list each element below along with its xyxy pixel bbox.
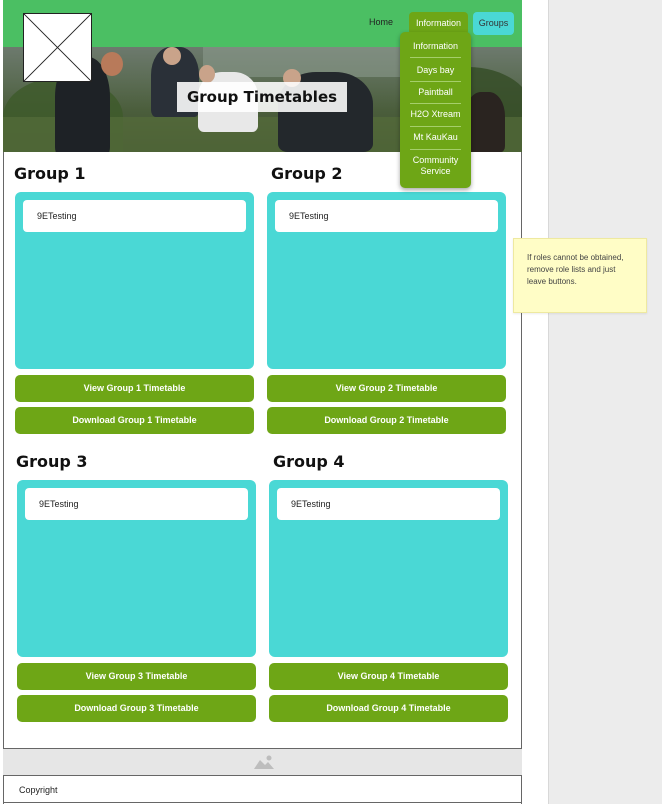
download-group-4-timetable-button[interactable]: Download Group 4 Timetable <box>269 695 508 722</box>
group-3-card: 9ETesting <box>17 480 256 657</box>
view-group-1-timetable-button[interactable]: View Group 1 Timetable <box>15 375 254 402</box>
group-1-title: Group 1 <box>14 164 86 183</box>
dropdown-item-information[interactable]: Information <box>400 41 471 52</box>
page-title: Group Timetables <box>177 82 347 112</box>
view-group-3-timetable-button[interactable]: View Group 3 Timetable <box>17 663 256 690</box>
group-3-title: Group 3 <box>16 452 88 471</box>
group-3-role-list: 9ETesting <box>25 488 248 520</box>
page-bottom-border <box>3 802 522 803</box>
dropdown-divider <box>410 149 461 150</box>
download-group-2-timetable-button[interactable]: Download Group 2 Timetable <box>267 407 506 434</box>
image-placeholder-icon <box>24 14 91 81</box>
nav-groups-button[interactable]: Groups <box>473 12 514 35</box>
group-1-role-list: 9ETesting <box>23 200 246 232</box>
group-2-role-list: 9ETesting <box>275 200 498 232</box>
group-1-card: 9ETesting <box>15 192 254 369</box>
group-2-card: 9ETesting <box>267 192 506 369</box>
dropdown-item-community-service[interactable]: Community Service <box>400 155 471 177</box>
sticky-note: If roles cannot be obtained, remove role… <box>513 238 647 313</box>
group-2-title: Group 2 <box>271 164 343 183</box>
group-4-role-list: 9ETesting <box>277 488 500 520</box>
view-group-4-timetable-button[interactable]: View Group 4 Timetable <box>269 663 508 690</box>
download-group-3-timetable-button[interactable]: Download Group 3 Timetable <box>17 695 256 722</box>
information-dropdown-menu: Information Days bay Paintball H2O Xtrea… <box>400 32 471 188</box>
view-group-2-timetable-button[interactable]: View Group 2 Timetable <box>267 375 506 402</box>
group-4-title: Group 4 <box>273 452 345 471</box>
image-placeholder-icon <box>254 755 274 769</box>
copyright-text: Copyright <box>19 785 58 795</box>
dropdown-divider <box>410 81 461 82</box>
logo-placeholder <box>23 13 92 82</box>
canvas-margin <box>522 0 548 804</box>
dropdown-item-days-bay[interactable]: Days bay <box>400 65 471 76</box>
dropdown-item-mt-kaukau[interactable]: Mt KauKau <box>400 132 471 143</box>
nav-home-link[interactable]: Home <box>369 17 393 27</box>
canvas-gutter <box>548 0 662 804</box>
group-4-card: 9ETesting <box>269 480 508 657</box>
dropdown-item-h2o-xtream[interactable]: H2O Xtream <box>400 109 471 120</box>
footer-image-band <box>3 748 522 776</box>
dropdown-divider <box>410 57 461 58</box>
dropdown-item-paintball[interactable]: Paintball <box>400 87 471 98</box>
download-group-1-timetable-button[interactable]: Download Group 1 Timetable <box>15 407 254 434</box>
dropdown-divider <box>410 126 461 127</box>
dropdown-divider <box>410 103 461 104</box>
